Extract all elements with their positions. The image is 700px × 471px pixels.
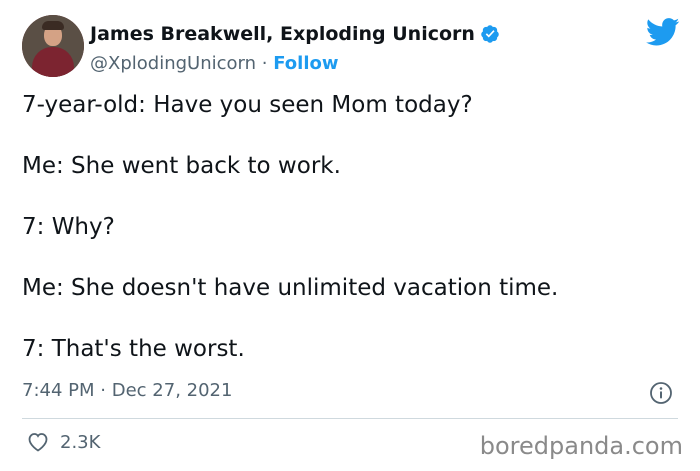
like-count: 2.3K [60, 431, 101, 453]
avatar-hair [42, 21, 64, 30]
tweet-text: 7-year-old: Have you seen Mom today? Me:… [22, 90, 662, 395]
author-handle-row: @XplodingUnicorn · Follow [90, 53, 339, 74]
author-handle[interactable]: @XplodingUnicorn [90, 53, 256, 74]
verified-badge-icon [481, 25, 499, 43]
avatar-shirt [32, 47, 74, 77]
tweet-date: Dec 27, 2021 [111, 380, 233, 401]
info-icon[interactable] [649, 381, 673, 405]
tweet-line: Me: She went back to work. [22, 153, 341, 179]
like-action[interactable]: 2.3K [26, 430, 100, 454]
tweet-line: 7-year-old: Have you seen Mom today? [22, 92, 473, 118]
tweet-line: 7: That's the worst. [22, 336, 245, 362]
twitter-bird-icon[interactable] [646, 18, 680, 46]
separator-dot: · [261, 53, 268, 74]
author-name-row[interactable]: James Breakwell, Exploding Unicorn [90, 23, 500, 45]
author-name[interactable]: James Breakwell, Exploding Unicorn [90, 23, 475, 45]
tweet-card: { "author": { "name": "James Breakwell, … [0, 0, 700, 471]
tweet-header: James Breakwell, Exploding Unicorn @Xplo… [22, 14, 682, 82]
watermark: boredpanda.com [479, 432, 683, 460]
follow-link[interactable]: Follow [273, 53, 338, 74]
divider [22, 418, 678, 419]
tweet-line: 7: Why? [22, 214, 115, 240]
tweet-timestamp[interactable]: 7:44 PM · Dec 27, 2021 [22, 380, 232, 401]
heart-icon[interactable] [26, 430, 50, 454]
separator-dot: · [100, 380, 106, 401]
avatar[interactable] [22, 15, 84, 77]
tweet-line: Me: She doesn't have unlimited vacation … [22, 275, 559, 301]
tweet-time: 7:44 PM [22, 380, 95, 401]
